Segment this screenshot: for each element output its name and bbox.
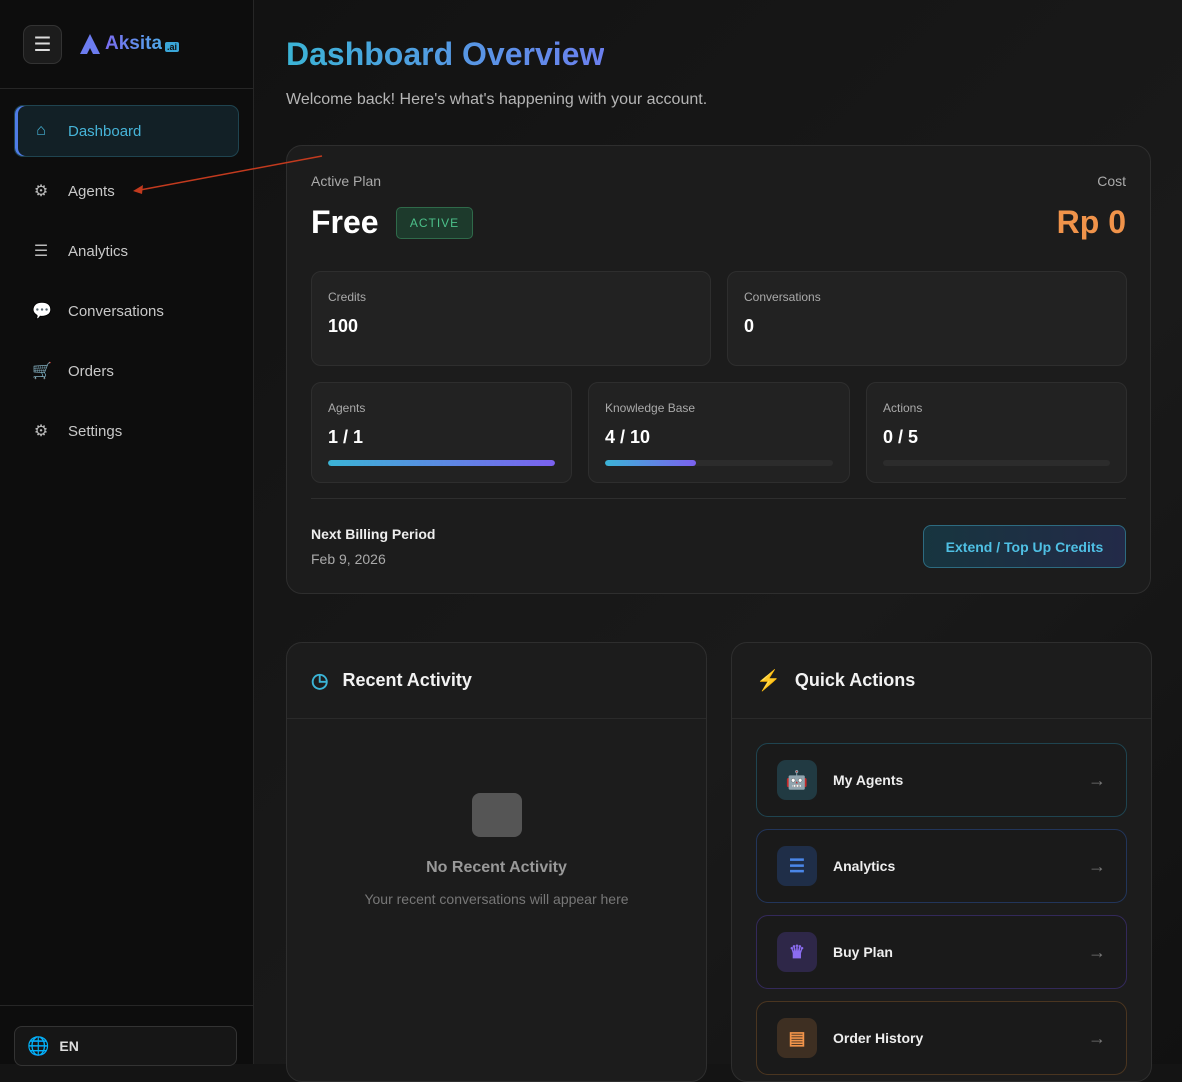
arrow-right-icon: → — [1088, 856, 1106, 877]
language-label: EN — [59, 1038, 78, 1054]
sidebar-item-orders[interactable]: 🛒 Orders — [14, 345, 239, 397]
sidebar-item-label: Agents — [68, 183, 115, 200]
progress-fill — [328, 460, 555, 466]
inbox-icon — [472, 793, 522, 837]
main-content: Dashboard Overview Welcome back! Here's … — [254, 0, 1182, 1064]
conversations-stat: Conversations 0 — [727, 271, 1127, 366]
sidebar-nav: ⌂ Dashboard ⚙ Agents ☰ Analytics 💬 Conversat… — [0, 89, 253, 481]
status-badge: ACTIVE — [396, 207, 473, 239]
arrow-right-icon: → — [1088, 770, 1106, 791]
recent-activity-panel: ◷ Recent Activity No Recent Activity Your… — [286, 642, 707, 1082]
language-section: 🌐 EN — [0, 1005, 253, 1064]
home-icon: ⌂ — [32, 122, 50, 140]
actions-stat: Actions 0 / 5 — [866, 382, 1127, 483]
crown-icon: ♛ — [777, 932, 817, 972]
robot-icon: 🤖 — [777, 760, 817, 800]
credits-stat: Credits 100 — [311, 271, 711, 366]
sidebar-item-label: Conversations — [68, 303, 164, 320]
actions-progress-bar — [883, 460, 1110, 466]
panel-title: Recent Activity — [342, 670, 471, 691]
hamburger-icon: ☰ — [34, 32, 52, 57]
page-subtitle: Welcome back! Here's what's happening wi… — [286, 91, 707, 109]
sidebar-item-settings[interactable]: ⚙ Settings — [14, 405, 239, 457]
sidebar-item-label: Analytics — [68, 243, 128, 260]
sidebar-item-agents[interactable]: ⚙ Agents — [14, 165, 239, 217]
billing-label: Next Billing Period — [311, 526, 435, 542]
progress-fill — [605, 460, 696, 466]
arrow-right-icon: → — [1088, 942, 1106, 963]
quick-action-label: Order History — [833, 1030, 923, 1046]
globe-icon: 🌐 — [27, 1036, 49, 1057]
empty-subtitle: Your recent conversations will appear he… — [287, 891, 706, 907]
chart-icon: ☰ — [777, 846, 817, 886]
knowledge-progress-bar — [605, 460, 833, 466]
quick-action-my-agents[interactable]: 🤖 My Agents → — [756, 743, 1127, 817]
stat-label: Conversations — [744, 290, 821, 304]
stat-value: 4 / 10 — [605, 427, 650, 448]
agents-progress-bar — [328, 460, 555, 466]
logo-suffix: .ai — [165, 42, 179, 52]
extend-credits-button[interactable]: Extend / Top Up Credits — [923, 525, 1126, 568]
gear-icon: ⚙ — [32, 421, 50, 441]
logo-text: Aksita — [105, 33, 162, 55]
stat-value: 1 / 1 — [328, 427, 363, 448]
logo[interactable]: Aksita .ai — [78, 32, 179, 56]
stat-value: 0 / 5 — [883, 427, 918, 448]
plan-name: Free — [311, 204, 379, 241]
sidebar-item-dashboard[interactable]: ⌂ Dashboard — [14, 105, 239, 157]
stat-label: Agents — [328, 401, 365, 415]
agents-stat: Agents 1 / 1 — [311, 382, 572, 483]
chart-icon: ☰ — [32, 241, 50, 261]
stat-label: Knowledge Base — [605, 401, 695, 415]
sidebar: ☰ Aksita .ai ⌂ Dashboard ⚙ Agents ☰ Analyti… — [0, 0, 254, 1064]
arrow-right-icon: → — [1088, 1028, 1106, 1049]
billing-date: Feb 9, 2026 — [311, 551, 386, 567]
logo-icon — [78, 32, 102, 56]
bolt-icon: ⚡ — [756, 668, 781, 693]
quick-action-label: Analytics — [833, 858, 895, 874]
sidebar-item-conversations[interactable]: 💬 Conversations — [14, 285, 239, 337]
quick-action-label: Buy Plan — [833, 944, 893, 960]
receipt-icon: ▤ — [777, 1018, 817, 1058]
sidebar-item-label: Settings — [68, 423, 122, 440]
page-title: Dashboard Overview — [286, 36, 604, 73]
chat-icon: 💬 — [32, 301, 50, 321]
robot-icon: ⚙ — [32, 181, 50, 201]
menu-toggle-button[interactable]: ☰ — [23, 25, 62, 64]
knowledge-base-stat: Knowledge Base 4 / 10 — [588, 382, 850, 483]
sidebar-item-label: Orders — [68, 363, 114, 380]
sidebar-item-analytics[interactable]: ☰ Analytics — [14, 225, 239, 277]
sidebar-item-label: Dashboard — [68, 123, 141, 140]
panel-title: Quick Actions — [795, 670, 915, 691]
plan-label: Active Plan — [311, 173, 381, 189]
quick-actions-panel: ⚡ Quick Actions 🤖 My Agents → ☰ Analytics → ♛… — [731, 642, 1152, 1082]
stat-value: 100 — [328, 316, 358, 337]
cost-label: Cost — [1097, 173, 1126, 189]
panel-header: ◷ Recent Activity — [287, 643, 706, 719]
empty-title: No Recent Activity — [287, 859, 706, 877]
quick-action-analytics[interactable]: ☰ Analytics → — [756, 829, 1127, 903]
stat-label: Credits — [328, 290, 366, 304]
plan-cost: Rp 0 — [1057, 204, 1126, 241]
divider — [311, 498, 1126, 499]
panel-header: ⚡ Quick Actions — [732, 643, 1151, 719]
clock-icon: ◷ — [311, 668, 328, 693]
stat-label: Actions — [883, 401, 922, 415]
language-button[interactable]: 🌐 EN — [14, 1026, 237, 1066]
cart-icon: 🛒 — [32, 361, 50, 381]
quick-action-label: My Agents — [833, 772, 903, 788]
quick-action-buy-plan[interactable]: ♛ Buy Plan → — [756, 915, 1127, 989]
stat-value: 0 — [744, 316, 754, 337]
sidebar-header: ☰ Aksita .ai — [0, 0, 253, 89]
plan-card: Active Plan Cost Free ACTIVE Rp 0 Credit… — [286, 145, 1151, 594]
